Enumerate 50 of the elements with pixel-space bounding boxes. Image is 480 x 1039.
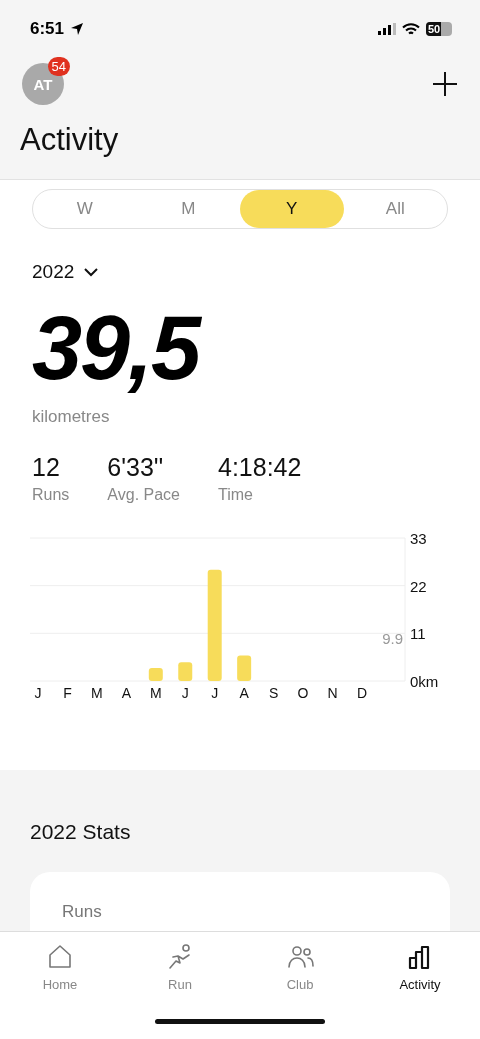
axis-label: 33 (410, 530, 427, 547)
month-label: D (356, 685, 367, 701)
tab-bar-item[interactable]: Club (255, 942, 345, 993)
average-label: 9.9 (382, 630, 403, 648)
bar (148, 668, 163, 681)
month-label: F (63, 685, 72, 701)
distance-unit: kilometres (32, 407, 111, 427)
month-label: A (121, 685, 131, 701)
axis-label: 11 (410, 625, 426, 643)
plus-icon[interactable] (432, 71, 458, 97)
period-tab[interactable]: All (343, 190, 447, 228)
stat-label: Runs (32, 486, 70, 504)
period-tab[interactable]: M (136, 190, 240, 228)
signal-icon (378, 23, 396, 35)
page-title: Activity (20, 122, 120, 158)
period-tab[interactable]: Y (240, 190, 344, 228)
home-icon (46, 943, 74, 971)
notification-badge: 54 (47, 57, 70, 76)
month-label: J (181, 685, 189, 701)
battery-icon: 50 (426, 22, 452, 36)
month-label: M (149, 685, 162, 701)
total-distance: 39,5 (32, 303, 203, 393)
location-arrow-icon (70, 22, 85, 36)
month-label: M (91, 685, 103, 701)
axis-label: 22 (410, 577, 427, 595)
month-label: A (239, 685, 249, 701)
chevron-down-icon (84, 267, 99, 277)
month-label: J (211, 685, 219, 701)
tab-bar-item[interactable]: Run (135, 942, 225, 993)
year-selector[interactable]: 2022 (32, 261, 99, 283)
people-icon (286, 943, 314, 971)
stat-value: 4:18:42 (218, 453, 302, 482)
bar (237, 655, 252, 681)
stat-label: Time (218, 486, 254, 504)
stat-value: 6'33'' (107, 453, 165, 482)
stat-label: Avg. Pace (107, 486, 180, 504)
tab-bar-item[interactable]: Activity (375, 942, 465, 993)
status-time: 6:51 (30, 19, 65, 39)
section-title: 2022 Stats (30, 820, 132, 844)
month-label: J (34, 685, 42, 701)
period-tab[interactable]: W (33, 190, 137, 228)
stat-value: 12 (32, 453, 61, 482)
month-label: N (327, 685, 338, 701)
card-label: Runs (62, 902, 102, 921)
bar (178, 662, 193, 681)
axis-label: 0km (410, 673, 439, 690)
month-label: O (297, 685, 309, 701)
tab-bar-item[interactable]: Home (15, 942, 105, 993)
wifi-icon (402, 22, 420, 36)
month-label: S (268, 685, 279, 701)
